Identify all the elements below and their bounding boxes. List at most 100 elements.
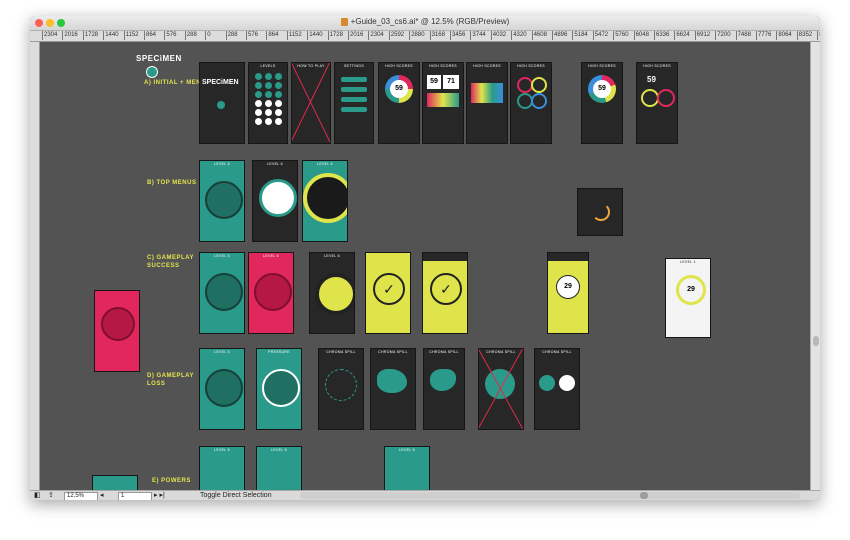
ruler-tick-label: 4032 [490,31,507,40]
artboard-power-2[interactable]: LEVEL 6 [256,446,302,490]
ruler-tick-label: 0 [205,31,211,40]
horizontal-ruler[interactable]: 2304 2016 1728 1440 1152 864 576 288 0 288 576 864 1… [30,31,820,42]
artboard-chroma-4[interactable]: CHROMA SPILL [478,348,524,430]
artboard-gameplay-2[interactable]: LEVEL 6 [248,252,294,334]
title-bar: +Guide_03_cs6.ai* @ 12.5% (RGB/Preview) [30,16,820,31]
level-grid [255,73,283,125]
vertical-ruler[interactable] [30,42,40,490]
level-dot [275,100,282,107]
ruler-tick-label: 4320 [511,31,527,40]
artboard-level-1[interactable]: LEVEL 1 29 [665,258,711,338]
ruler-tick-label: 7776 [756,31,772,40]
ruler-tick-label: 2304 [368,31,384,40]
level-dot [265,82,272,89]
artboard-power-1[interactable]: LEVEL 6 [199,446,245,490]
ruler-tick-label: 3744 [470,31,486,40]
level-dot [255,109,262,116]
artboard-howto[interactable]: HOW TO PLAY [291,62,331,144]
artboard-canvas[interactable]: A) INITIAL + MENUS B) TOP MENUS C) GAMEP… [40,42,810,490]
artboard-hiscores-6[interactable]: HIGH SCORES 59 [636,62,678,144]
ruler-tick-label: 6624 [674,31,690,40]
artboard-success-2[interactable]: ✓ [422,252,468,334]
artboard-chroma-1[interactable]: CHROMA SPILL [318,348,364,430]
ruler-tick-label: 864 [144,31,157,40]
artboard-level-tag[interactable] [92,475,138,490]
artboard-chroma-5[interactable]: CHROMA SPILL [534,348,580,430]
artboard-gameplay-3[interactable]: LEVEL 6 [309,252,355,334]
spill-outline [325,369,357,401]
artboard-level-paused[interactable]: LEVEL 6 [302,160,348,242]
artboard-hiscores-5[interactable]: HIGH SCORES 59 [581,62,623,144]
ruler-tick-label: 1152 [286,31,302,40]
artboard-nav-icon[interactable]: ◧ [34,492,41,500]
ruler-tick-label: 8352 [796,31,813,40]
artboard-hiscores-2[interactable]: HIGH SCORES 59 71 [422,62,464,144]
ruler-tick-label: 6048 [633,31,649,40]
horizontal-scrollbar[interactable] [300,492,800,499]
vertical-scrollbar[interactable] [810,42,820,490]
ruler-tick-label: 7200 [715,31,731,40]
artboard-settings[interactable]: SETTINGS [334,62,374,144]
level-dot [265,100,272,107]
artboard-splash[interactable]: SPECiMEN [199,62,245,144]
share-icon[interactable]: ⇪ [48,492,54,500]
ruler-tick-label: 288 [225,31,238,40]
score-histogram [471,83,503,103]
artboard-success-score[interactable]: 29 [547,252,589,334]
artboard-chroma-2[interactable]: CHROMA SPILL [370,348,416,430]
petri-dish [101,307,135,341]
ruler-tick-label: 1728 [82,31,99,40]
level-dot [265,73,272,80]
level-dot [275,82,282,89]
zoom-select[interactable]: 12.5% [64,492,98,500]
artboard-loader[interactable] [577,188,623,236]
artboard-hiscores-4[interactable]: HIGH SCORES [510,62,552,144]
ruler-tick-label: 4608 [531,31,547,40]
ruler-tick-label: 2304 [42,31,58,40]
ruler-tick-label: 3168 [429,31,445,40]
artboard-hiscores-3[interactable]: HIGH SCORES [466,62,508,144]
ruler-tick-label: 4896 [552,31,568,40]
artboard-levels[interactable]: LEVELS [248,62,288,144]
level-dot [275,109,282,116]
level-dot [265,91,272,98]
level-dot [255,73,262,80]
artboard-level-top-menu[interactable]: LEVEL 6 [199,160,245,242]
level-dot [265,109,272,116]
artboard-level-menu-open[interactable]: LEVEL 6 [252,160,298,242]
checkmark-icon: ✓ [430,273,462,305]
artboard-loss-1[interactable]: LEVEL 6 [199,348,245,430]
artboard-success-1[interactable]: ✓ [365,252,411,334]
previous-artboard-icon[interactable]: ◂ [100,492,104,500]
artboard-chroma-3[interactable]: CHROMA SPILL [423,348,465,430]
ruler-tick-label: 2016 [348,31,364,40]
settings-toggle [341,107,367,112]
ruler-tick-label: 5472 [592,31,609,40]
artboard-gameplay-side[interactable] [94,290,140,372]
artboard-select[interactable]: 1 [118,492,152,500]
artboard-gameplay-1[interactable]: LEVEL 6 [199,252,245,334]
paused-ring [303,173,347,223]
next-artboard-icon[interactable]: ▸ ▸| [154,492,165,500]
spill-blob [430,369,456,391]
artboard-hiscores-1[interactable]: HIGH SCORES 59 [378,62,420,144]
horizontal-scroll-thumb[interactable] [640,492,648,499]
section-label-powers: E) POWERS [152,478,191,484]
artboard-power-3[interactable]: LEVEL 6 [384,446,430,490]
artboard-loss-pressure[interactable]: PRESSURE [256,348,302,430]
ruler-tick-label: 1152 [123,31,139,40]
ruler-tick-label: 864 [266,31,279,40]
vertical-scroll-thumb[interactable] [813,336,819,346]
ruler-tick-label: 576 [246,31,259,40]
ruler-tick-label: 8640 [817,31,820,40]
petri-dish [205,181,243,219]
section-label-gameplay-loss: D) GAMEPLAY LOSS [147,373,194,387]
petri-dish [205,369,243,407]
score-bars [427,93,459,107]
settings-toggle [341,87,367,92]
ruler-tick-label: 1728 [327,31,343,40]
ruler-tick-label: 288 [184,31,197,40]
ruler-tick-label: 1440 [307,31,323,40]
status-tool-text: Toggle Direct Selection [200,492,272,499]
status-bar: ◧ ⇪ 12.5% ◂ 1 ▸ ▸| Toggle Direct Selecti… [30,490,820,500]
